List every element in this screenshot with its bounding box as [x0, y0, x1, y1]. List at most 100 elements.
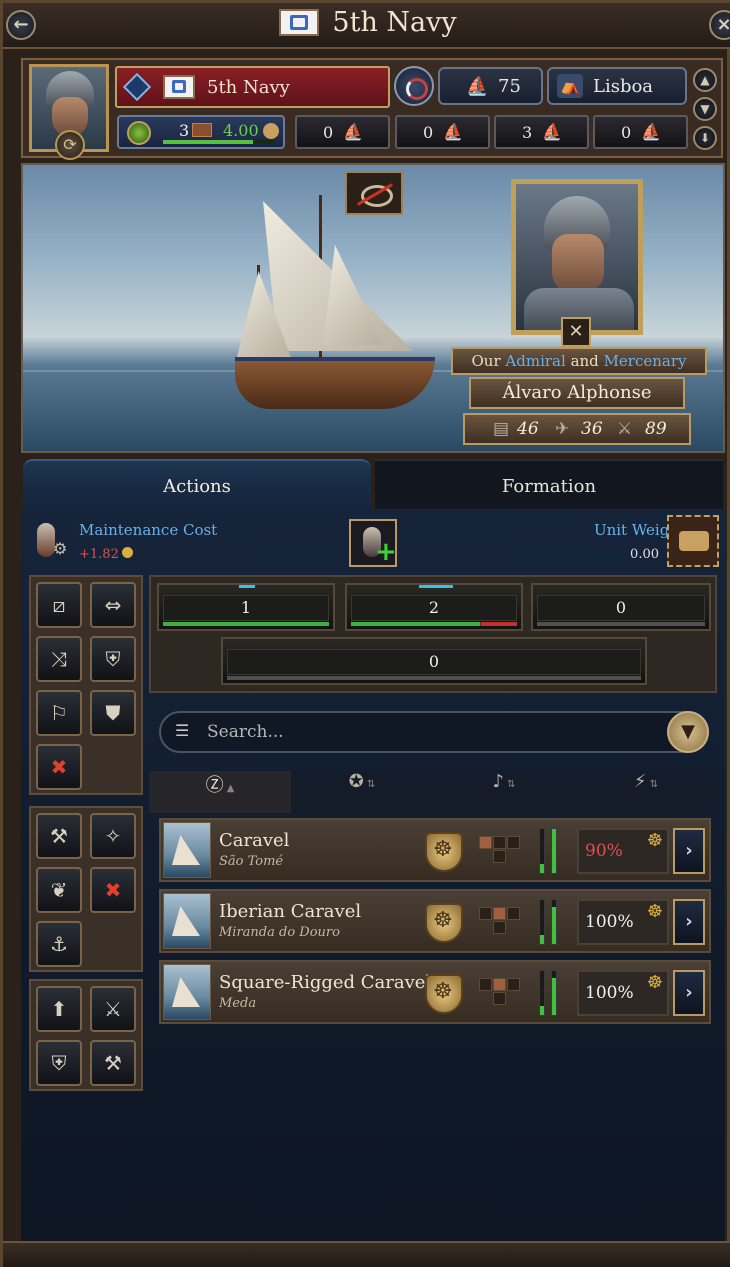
scroll-down-button[interactable]: ⬇: [693, 126, 717, 150]
slot-value: 0: [227, 649, 641, 675]
swap-commander-button[interactable]: ⟳: [55, 130, 85, 160]
window-title: 5th Navy: [332, 7, 457, 38]
ship-type-count: 0: [323, 123, 334, 142]
tent-icon: ⛺: [557, 74, 583, 98]
compass-icon[interactable]: [394, 66, 434, 106]
morale-value: 100%: [585, 983, 634, 1003]
sort-alphabet[interactable]: Ⓩ ▲: [149, 771, 291, 813]
maintenance-label: Maintenance Cost: [79, 521, 218, 539]
formation-slots: 1 2 0 0: [149, 575, 717, 693]
commander-name-banner: Álvaro Alphonse: [469, 377, 685, 409]
window-frame: ← 5th Navy × ⟳ 5th Navy ⛵ 75 ⛺ Lisboa ▲ …: [0, 0, 730, 1267]
formation-grid-icon: [479, 836, 521, 864]
ship-details-button[interactable]: ›: [673, 970, 705, 1016]
role-join: and: [570, 352, 599, 370]
ship-details-button[interactable]: ›: [673, 899, 705, 945]
supply-progress: [163, 140, 275, 144]
crate-icon: [192, 123, 212, 137]
sort-experience[interactable]: ✪ ⇅: [291, 771, 433, 813]
funnel-icon: ▼: [681, 721, 695, 742]
cannon-button[interactable]: ⚒: [36, 813, 82, 859]
horn-sort-icon: ♪: [492, 771, 504, 792]
ship-details-button[interactable]: ›: [673, 828, 705, 874]
coin-icon: [121, 547, 133, 558]
bar-fill: [540, 935, 544, 944]
filter-side-button[interactable]: ▼: [693, 97, 717, 121]
sail-shape: [323, 245, 383, 345]
defensive-stance-button[interactable]: ⛨: [90, 636, 136, 682]
split-arrows-icon: ⇔: [104, 593, 122, 617]
formation-slot[interactable]: 2: [345, 583, 523, 631]
sort-bar: Ⓩ ▲ ✪ ⇅ ♪ ⇅ ⚡ ⇅: [149, 771, 717, 813]
dismiss-commander-button[interactable]: ✕: [561, 317, 591, 347]
cannon-icon: ⚒: [50, 824, 68, 848]
ship-type-light: 0 ⛵: [295, 115, 390, 149]
slot-health-bar: [537, 622, 705, 626]
ship-row[interactable]: Iberian Caravel Miranda do Douro 100% ☸ ›: [159, 889, 711, 953]
bottom-frame: [3, 1241, 730, 1267]
stop-forage-button[interactable]: ✖: [90, 867, 136, 913]
ship-row[interactable]: Caravel São Tomé 90% ☸ ›: [159, 818, 711, 882]
split-unit-button[interactable]: ⇔: [90, 582, 136, 628]
refresh-icon: ⟳: [63, 135, 77, 154]
tab-bar: Actions Formation: [21, 459, 725, 509]
medal-sort-icon: ✪: [348, 771, 364, 792]
reinforce-button[interactable]: ⛨: [36, 1040, 82, 1086]
slot-value: 2: [351, 595, 517, 621]
ship-scene: ✕ Our Admiral and Mercenary Álvaro Alpho…: [21, 163, 725, 453]
ship-row[interactable]: Square-Rigged Caravel Meda 100% ☸ ›: [159, 960, 711, 1024]
army-name-bar[interactable]: 5th Navy: [115, 66, 390, 108]
search-icon: ☰: [175, 721, 190, 740]
hide-eye-button[interactable]: [345, 171, 403, 215]
commander-portrait[interactable]: [511, 179, 643, 335]
anchor-icon: ⚓: [50, 932, 68, 956]
morale-value: 90%: [585, 841, 623, 861]
formation-slot[interactable]: 0: [531, 583, 711, 631]
close-icon: ×: [716, 14, 730, 35]
ship-port: São Tomé: [219, 854, 284, 869]
merge-button[interactable]: ⤨: [36, 636, 82, 682]
cargo-button[interactable]: [667, 515, 719, 567]
chevron-right-icon: ›: [685, 911, 693, 932]
flag-button[interactable]: ⚐: [36, 690, 82, 736]
wheel-bolt-icon: ☸: [646, 972, 663, 993]
tab-actions[interactable]: Actions: [23, 459, 371, 509]
disband-army-button[interactable]: ✖: [36, 744, 82, 790]
guard-button[interactable]: ⛊: [90, 690, 136, 736]
disband-crate-button[interactable]: ⧄: [36, 582, 82, 628]
recruit-unit-button[interactable]: [349, 519, 397, 567]
ship-port: Meda: [219, 996, 257, 1011]
filter-icon: ▼: [700, 102, 710, 116]
supply-count: 3: [179, 121, 190, 140]
sort-speed[interactable]: ⚡ ⇅: [575, 771, 717, 813]
scroll-up-button[interactable]: ▲: [693, 68, 717, 92]
formation-slot[interactable]: 1: [157, 583, 335, 631]
cannon-fire-button[interactable]: ✧: [90, 813, 136, 859]
unit-weight-value: 0.00◆: [630, 547, 679, 562]
sort-morale[interactable]: ♪ ⇅: [433, 771, 575, 813]
search-input[interactable]: [207, 720, 607, 744]
home-port-box[interactable]: ⛺ Lisboa: [547, 67, 687, 105]
repair-button[interactable]: ⚒: [90, 1040, 136, 1086]
diamond-icon: [122, 72, 152, 102]
ship-morale: 100% ☸: [577, 899, 669, 945]
filter-button[interactable]: ▼: [667, 711, 709, 753]
tab-formation[interactable]: Formation: [375, 459, 723, 509]
ship-thumbnail: [163, 893, 211, 949]
action-panel-main: ⧄ ⇔ ⤨ ⛨ ⚐ ⛊ ✖: [29, 575, 143, 795]
forage-button[interactable]: ❦: [36, 867, 82, 913]
apple-icon: [127, 121, 151, 145]
alphabet-sort-icon: Ⓩ: [205, 775, 224, 796]
slot-marker: [239, 585, 255, 588]
supply-bar: 3 4.00: [117, 115, 285, 149]
anchor-button[interactable]: ⚓: [36, 921, 82, 967]
upgrade-button[interactable]: ⬆: [36, 986, 82, 1032]
apple-cancel-icon: ✖: [104, 878, 122, 902]
sort-asc-icon: ▲: [223, 783, 235, 794]
formation-grid-icon: [479, 907, 521, 935]
formation-slot[interactable]: 0: [221, 637, 647, 685]
double-sail-icon: ⛵: [443, 122, 463, 141]
boarding-button[interactable]: ⚔: [90, 986, 136, 1032]
slot-health-bar: [351, 622, 517, 626]
face-shape: [552, 234, 604, 294]
